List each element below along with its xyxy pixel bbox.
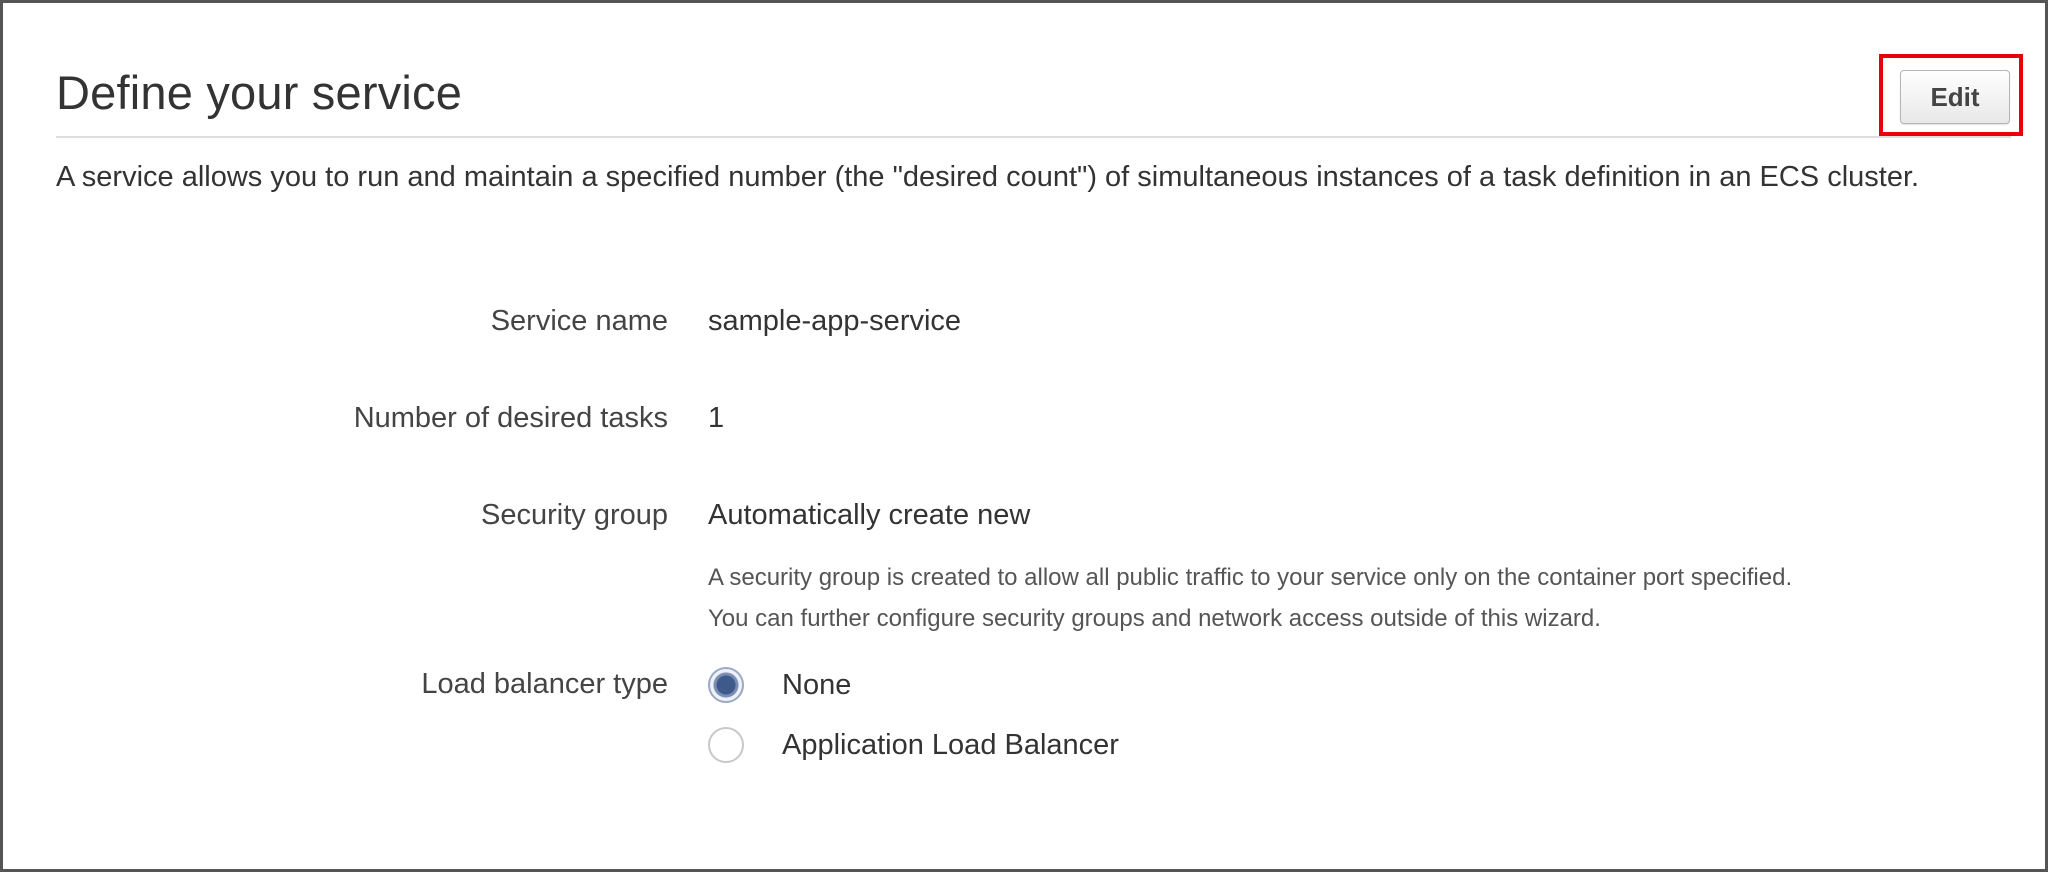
security-group-help-line-2: You can further configure security group… <box>708 605 1601 632</box>
title-divider <box>56 136 2011 138</box>
panel-description: A service allows you to run and maintain… <box>56 161 1920 193</box>
security-group-value: Automatically create new <box>708 499 1031 531</box>
edit-button[interactable]: Edit <box>1900 70 2010 124</box>
security-group-help: A security group is created to allow all… <box>708 557 1792 639</box>
security-group-help-line-1: A security group is created to allow all… <box>708 564 1793 591</box>
service-definition-panel: Define your service Edit A service allow… <box>0 0 2048 872</box>
load-balancer-option-label: None <box>782 668 852 701</box>
load-balancer-type-label: Load balancer type <box>421 668 668 700</box>
service-name-value: sample-app-service <box>708 305 962 337</box>
service-name-label: Service name <box>490 305 668 337</box>
desired-tasks-value: 1 <box>708 402 725 434</box>
load-balancer-option-none[interactable]: None <box>708 665 851 705</box>
security-group-label: Security group <box>481 499 668 531</box>
radio-unselected-icon[interactable] <box>708 727 744 763</box>
load-balancer-option-label: Application Load Balancer <box>782 728 1119 761</box>
page-title: Define your service <box>56 66 463 119</box>
load-balancer-option-alb[interactable]: Application Load Balancer <box>708 725 1119 765</box>
radio-selected-icon[interactable] <box>708 667 744 703</box>
desired-tasks-label: Number of desired tasks <box>353 402 668 434</box>
